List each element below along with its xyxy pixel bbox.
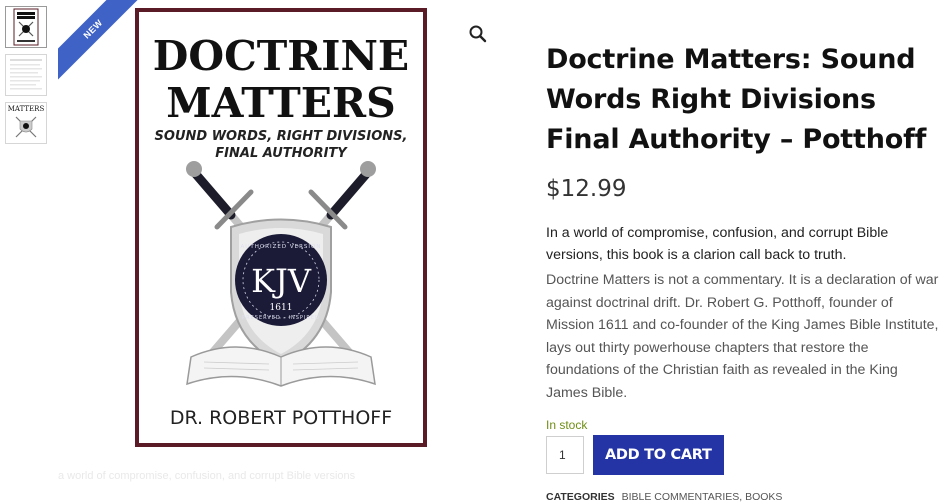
product-gallery: NEW DOCTRINE MATTERS SOUND WORDS, RIGHT … [58, 0, 498, 497]
add-to-cart-form: ADD TO CART [546, 435, 942, 475]
cover-author: DR. ROBERT POTTHOFF [170, 407, 392, 429]
book-cover-image[interactable]: DOCTRINE MATTERS SOUND WORDS, RIGHT DIVI… [135, 8, 427, 447]
thumb-title-text: MATTERS [8, 105, 45, 113]
stock-status: In stock [546, 418, 588, 432]
magnifier-icon [469, 25, 487, 43]
add-to-cart-button[interactable]: ADD TO CART [593, 435, 724, 475]
new-badge: NEW [58, 0, 147, 83]
product-price: $12.99 [546, 176, 627, 202]
cover-title-line1: DOCTRINE [153, 32, 409, 80]
product-summary: Doctrine Matters: Sound Words Right Divi… [546, 40, 942, 503]
thumbnail-list: MATTERS [5, 6, 47, 150]
thumbnail-cover[interactable] [5, 6, 47, 48]
seal-center-text: KJV [251, 262, 312, 300]
faded-background-text: a world of compromise, confusion, and co… [58, 470, 356, 482]
categories-label: CATEGORIES [546, 491, 615, 503]
quantity-input[interactable] [546, 436, 584, 474]
seal-year-text: 1611 [270, 303, 293, 313]
thumbnail-page[interactable] [5, 54, 47, 96]
product-categories: CATEGORIES BIBLE COMMENTARIES, BOOKS [546, 491, 942, 503]
cover-subtitle-line1: SOUND WORDS, RIGHT DIVISIONS, [155, 129, 408, 144]
back-thumbnail-icon: MATTERS [8, 105, 45, 138]
category-link-bible-commentaries[interactable]: BIBLE COMMENTARIES [622, 491, 740, 503]
zoom-button[interactable] [466, 22, 490, 46]
product-description: Doctrine Matters is not a commentary. It… [546, 272, 939, 401]
cover-subtitle-line2: FINAL AUTHORITY [215, 146, 348, 161]
page-thumbnail-icon [10, 59, 42, 90]
product-title: Doctrine Matters: Sound Words Right Divi… [546, 44, 927, 155]
category-link-books[interactable]: BOOKS [745, 491, 782, 503]
cover-title-line2: MATTERS [166, 79, 395, 127]
seal-bottom-text: PRESERVED · INSPIRED [242, 315, 320, 321]
kjv-seal-icon: AUTHORIZED VERSION KJV 1611 PRESERVED · … [235, 234, 327, 326]
product-lead-text: In a world of compromise, confusion, and… [546, 225, 889, 263]
book-cover-artwork: DOCTRINE MATTERS SOUND WORDS, RIGHT DIVI… [153, 32, 409, 429]
cover-thumbnail-icon [13, 8, 39, 46]
thumbnail-back[interactable]: MATTERS [5, 102, 47, 144]
seal-top-text: AUTHORIZED VERSION [241, 244, 322, 250]
